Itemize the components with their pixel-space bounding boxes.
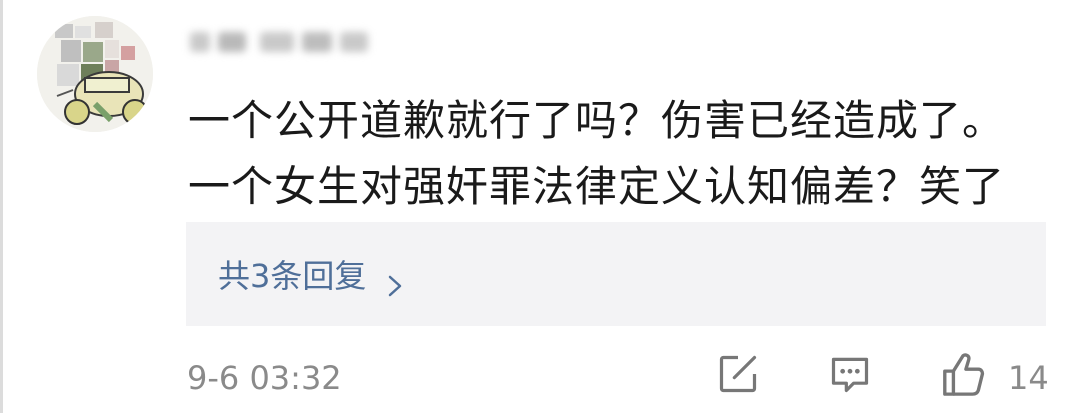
comment-line: 一个公开道歉就行了吗？伤害已经造成了。	[188, 96, 1006, 145]
left-edge-divider	[0, 0, 3, 413]
view-replies-label: 共3条回复	[218, 257, 367, 295]
comment-timestamp: 9-6 03:32	[187, 359, 342, 397]
view-replies-link[interactable]: 共3条回复	[218, 251, 402, 297]
thumbs-up-icon[interactable]	[940, 350, 988, 402]
avatar[interactable]	[37, 16, 153, 132]
comment-body: 一个公开道歉就行了吗？伤害已经造成了。 一个女生对强奸罪法律定义认知偏差？笑了	[188, 88, 1058, 220]
share-icon[interactable]	[716, 352, 764, 404]
comment-line: 一个女生对强奸罪法律定义认知偏差？笑了	[188, 162, 1006, 211]
username-redacted[interactable]	[190, 26, 370, 58]
avatar-image	[37, 16, 153, 132]
comment-icon[interactable]	[828, 352, 876, 404]
like-count: 14	[1008, 359, 1049, 397]
chevron-right-icon	[388, 267, 402, 297]
replies-panel: 共3条回复	[186, 222, 1046, 326]
